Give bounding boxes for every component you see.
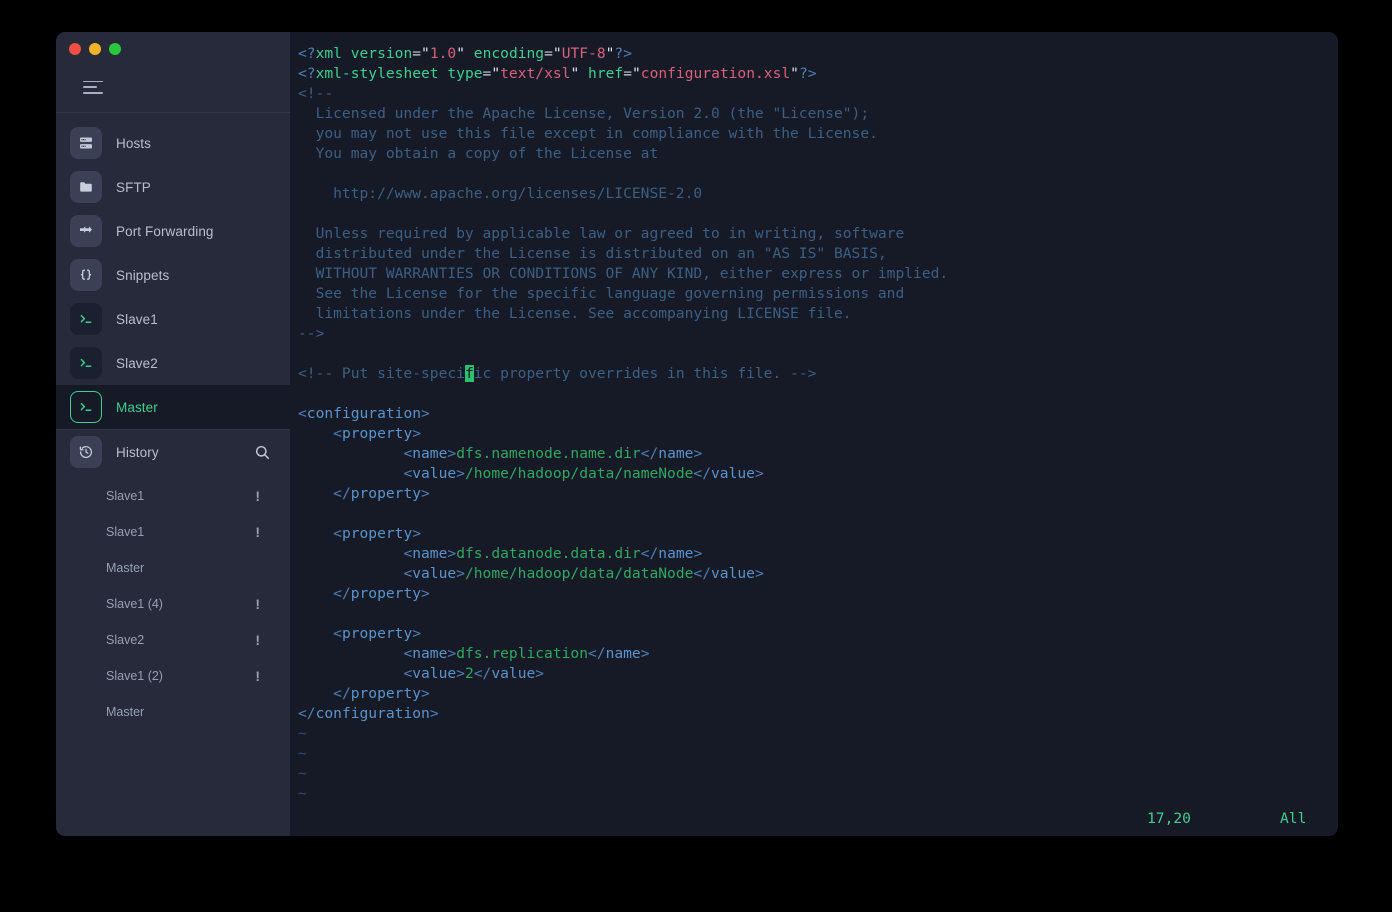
sidebar-divider: [56, 112, 290, 113]
code-line: Licensed under the Apache License, Versi…: [298, 105, 870, 122]
sidebar-item-port-forwarding[interactable]: Port Forwarding: [56, 209, 290, 253]
code-line: <name>dfs.datanode.data.dir</name>: [403, 545, 703, 562]
terminal-icon: [70, 303, 102, 335]
code-line: <!-- Put site-specific property override…: [298, 365, 817, 382]
terminal-icon: [70, 391, 102, 423]
code-line: You may obtain a copy of the License at: [298, 145, 659, 162]
status-badge: !: [255, 488, 260, 504]
status-badge: !: [255, 524, 260, 540]
sidebar-item-label: Slave2: [116, 355, 158, 371]
code-line: <property>: [333, 625, 422, 642]
scroll-indicator: All: [1280, 809, 1307, 827]
code-line: Unless required by applicable law or agr…: [298, 225, 905, 242]
folder-icon: [70, 171, 102, 203]
history-item-label: Master: [106, 561, 145, 575]
history-item-label: Slave1 (4): [106, 597, 163, 611]
search-icon[interactable]: [252, 442, 272, 462]
terminal-pane[interactable]: <?xml version="1.0" encoding="UTF-8"?> <?…: [290, 32, 1338, 836]
braces-icon: [70, 259, 102, 291]
history-item-label: Slave2: [106, 633, 145, 647]
sidebar-item-snippets[interactable]: Snippets: [56, 253, 290, 297]
sidebar-item-slave2[interactable]: Slave2: [56, 341, 290, 385]
code-line: <?xml-stylesheet type="text/xsl" href="c…: [298, 65, 817, 82]
code-line: </property>: [333, 685, 430, 702]
code-line: <!--: [298, 85, 334, 102]
code-line: <property>: [333, 525, 422, 542]
code-line: ~: [298, 765, 307, 782]
history-label: History: [116, 444, 159, 460]
sidebar-item-sftp[interactable]: SFTP: [56, 165, 290, 209]
code-line: <property>: [333, 425, 422, 442]
sidebar-item-hosts[interactable]: Hosts: [56, 121, 290, 165]
history-item-label: Master: [106, 705, 145, 719]
status-badge: !: [255, 632, 260, 648]
code-line: you may not use this file except in comp…: [298, 125, 878, 142]
code-line: ~: [298, 725, 307, 742]
sidebar-item-slave1[interactable]: Slave1: [56, 297, 290, 341]
status-badge: !: [255, 668, 260, 684]
app-window: Hosts SFTP Port Forwarding Snippets Slav…: [56, 32, 1338, 836]
sidebar-item-label: Snippets: [116, 267, 170, 283]
history-clock-icon: [70, 436, 102, 468]
code-line: <value>2</value>: [403, 665, 545, 682]
history-item-label: Slave1: [106, 489, 145, 503]
list-item[interactable]: Slave1 !: [56, 514, 290, 550]
forward-arrows-icon: [70, 215, 102, 247]
close-button[interactable]: [69, 43, 81, 55]
list-item[interactable]: Slave2 !: [56, 622, 290, 658]
code-line: limitations under the License. See accom…: [298, 305, 852, 322]
code-line: -->: [298, 325, 325, 342]
sidebar-item-label: Master: [116, 399, 158, 415]
code-line: ~: [298, 745, 307, 762]
code-line: <value>/home/hadoop/data/nameNode</value…: [403, 465, 764, 482]
history-item-label: Slave1 (2): [106, 669, 163, 683]
sidebar-nav: Hosts SFTP Port Forwarding Snippets Slav…: [56, 121, 290, 429]
code-line: <name>dfs.replication</name>: [403, 645, 650, 662]
code-line: <name>dfs.namenode.name.dir</name>: [403, 445, 703, 462]
window-titlebar: [56, 32, 290, 66]
terminal-icon: [70, 347, 102, 379]
menu-toggle-row: [56, 66, 290, 108]
hamburger-icon[interactable]: [83, 80, 103, 94]
list-item[interactable]: Slave1 (2) !: [56, 658, 290, 694]
status-badge: !: [255, 596, 260, 612]
sidebar-item-label: Slave1: [116, 311, 158, 327]
code-line: WITHOUT WARRANTIES OR CONDITIONS OF ANY …: [298, 265, 949, 282]
code-line: <value>/home/hadoop/data/dataNode</value…: [403, 565, 764, 582]
code-line: See the License for the specific languag…: [298, 285, 905, 302]
code-line: http://www.apache.org/licenses/LICENSE-2…: [298, 185, 703, 202]
code-line: </property>: [333, 485, 430, 502]
sidebar-item-label: Port Forwarding: [116, 223, 214, 239]
server-icon: [70, 127, 102, 159]
sidebar: Hosts SFTP Port Forwarding Snippets Slav…: [56, 32, 290, 836]
sidebar-item-label: Hosts: [116, 135, 152, 151]
history-header[interactable]: History: [56, 430, 290, 474]
code-line: </property>: [333, 585, 430, 602]
vim-statusbar: 17,20 All: [290, 800, 1338, 836]
sidebar-item-master[interactable]: Master: [56, 385, 290, 429]
sidebar-item-label: SFTP: [116, 179, 151, 195]
history-item-label: Slave1: [106, 525, 145, 539]
code-line: distributed under the License is distrib…: [298, 245, 887, 262]
list-item[interactable]: Slave1 (4) !: [56, 586, 290, 622]
list-item[interactable]: Master: [56, 694, 290, 730]
code-line: <configuration>: [298, 405, 430, 422]
vim-buffer[interactable]: <?xml version="1.0" encoding="UTF-8"?> <?…: [290, 32, 1338, 804]
maximize-button[interactable]: [109, 43, 121, 55]
cursor-position: 17,20: [1147, 809, 1191, 827]
code-line: </configuration>: [298, 705, 439, 722]
list-item[interactable]: Slave1 !: [56, 478, 290, 514]
history-list: Slave1 ! Slave1 ! Master Slave1 (4) ! Sl…: [56, 474, 290, 730]
code-line: <?xml version="1.0" encoding="UTF-8"?>: [298, 45, 632, 62]
minimize-button[interactable]: [89, 43, 101, 55]
list-item[interactable]: Master: [56, 550, 290, 586]
